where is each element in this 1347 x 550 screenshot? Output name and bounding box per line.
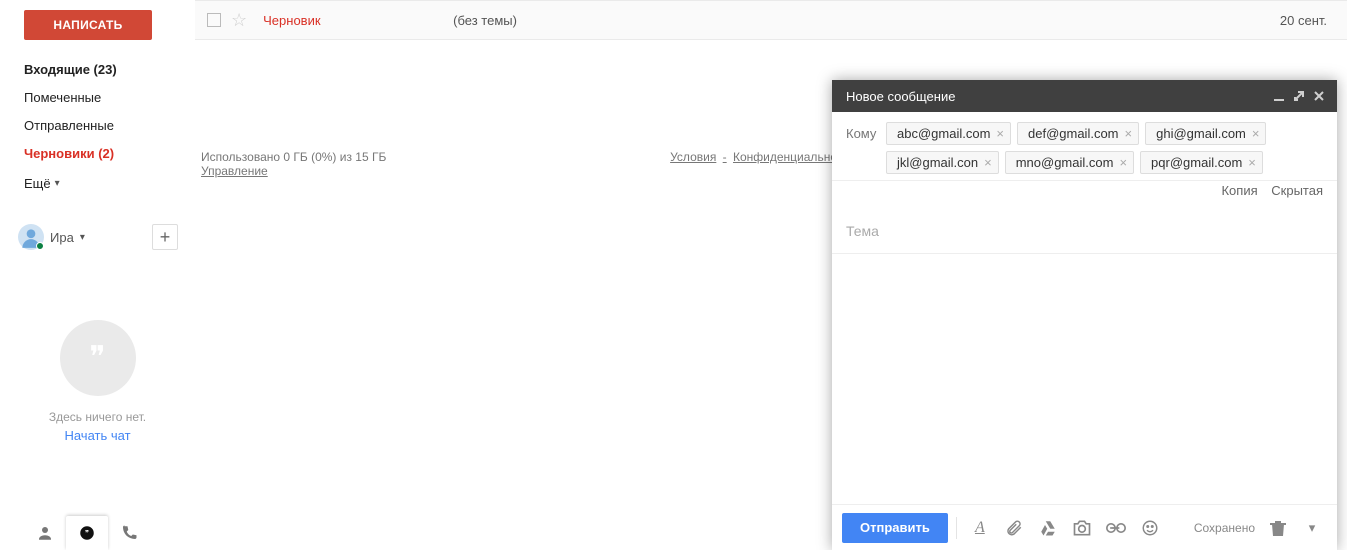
sidebar: НАПИСАТЬ Входящие (23)ПомеченныеОтправле… [0, 0, 195, 550]
compose-title: Новое сообщение [846, 89, 955, 104]
chip-remove-icon[interactable]: × [996, 127, 1004, 140]
send-button[interactable]: Отправить [842, 513, 948, 543]
nav-more-label: Ещё [24, 170, 51, 198]
nav-more[interactable]: Ещё ▾ [24, 170, 195, 198]
avatar[interactable] [18, 224, 44, 250]
svg-text:❞: ❞ [85, 528, 89, 537]
hangouts-tab[interactable]: ❞ [66, 516, 108, 550]
compose-window: Новое сообщение Кому abc@gmail.com×def@g… [832, 80, 1337, 550]
bcc-link[interactable]: Скрытая [1271, 183, 1323, 198]
compose-toolbar: Отправить A Сохранено ▾ [832, 504, 1337, 550]
phone-tab[interactable] [108, 516, 150, 550]
more-options-icon[interactable]: ▾ [1297, 513, 1327, 543]
discard-icon[interactable] [1263, 513, 1293, 543]
emoji-icon[interactable] [1135, 513, 1165, 543]
folder-nav: Входящие (23)ПомеченныеОтправленныеЧерно… [0, 56, 195, 168]
start-chat-link[interactable]: Начать чат [13, 428, 183, 443]
hangouts-empty-text: Здесь ничего нет. [13, 410, 183, 424]
minimize-button[interactable] [1269, 86, 1289, 106]
sidebar-item-3[interactable]: Черновики (2) [24, 140, 195, 168]
formatting-button[interactable]: A [965, 513, 995, 543]
storage-manage-link[interactable]: Управление [201, 164, 268, 178]
popout-button[interactable] [1289, 86, 1309, 106]
message-subject: (без темы) [453, 13, 1280, 28]
recipients-row[interactable]: Кому abc@gmail.com×def@gmail.com×ghi@gma… [832, 112, 1337, 181]
close-button[interactable] [1309, 86, 1329, 106]
recipient-chips: abc@gmail.com×def@gmail.com×ghi@gmail.co… [886, 122, 1323, 174]
hangouts-bottom-tabs: ❞ [24, 516, 150, 550]
chip-remove-icon[interactable]: × [1252, 127, 1260, 140]
subject-row [832, 208, 1337, 254]
user-name: Ира [50, 230, 74, 245]
message-date: 20 сент. [1280, 13, 1327, 28]
user-menu-caret-icon[interactable]: ▾ [80, 232, 85, 243]
recipient-chip[interactable]: def@gmail.com × [1017, 122, 1139, 145]
recipient-chip[interactable]: abc@gmail.com × [886, 122, 1011, 145]
chip-remove-icon[interactable]: × [984, 156, 992, 169]
recipient-email: pqr@gmail.com [1151, 155, 1242, 170]
message-row[interactable]: ☆ Черновик (без темы) 20 сент. [195, 0, 1347, 40]
subject-input[interactable] [846, 223, 1323, 239]
cc-link[interactable]: Копия [1221, 183, 1257, 198]
terms-link[interactable]: Условия [670, 150, 716, 164]
quote-icon: ❞ [89, 352, 105, 364]
footer-links: Условия - Конфиденциально [670, 150, 837, 164]
toolbar-separator [956, 517, 957, 539]
footer-sep: - [723, 150, 727, 164]
link-icon[interactable] [1101, 513, 1131, 543]
attach-icon[interactable] [999, 513, 1029, 543]
compose-header[interactable]: Новое сообщение [832, 80, 1337, 112]
to-label: Кому [846, 122, 886, 141]
chip-remove-icon[interactable]: × [1119, 156, 1127, 169]
recipient-chip[interactable]: jkl@gmail.con × [886, 151, 999, 174]
contacts-tab[interactable] [24, 516, 66, 550]
hangouts-empty-state: ❞ Здесь ничего нет. Начать чат [13, 320, 183, 443]
saved-label: Сохранено [1194, 521, 1255, 535]
message-body[interactable] [832, 254, 1337, 504]
chip-remove-icon[interactable]: × [1125, 127, 1133, 140]
hangouts-bubble-icon: ❞ [60, 320, 136, 396]
drive-icon[interactable] [1033, 513, 1063, 543]
recipient-chip[interactable]: pqr@gmail.com × [1140, 151, 1263, 174]
sidebar-item-0[interactable]: Входящие (23) [24, 56, 195, 84]
recipient-email: abc@gmail.com [897, 126, 990, 141]
recipient-chip[interactable]: ghi@gmail.com × [1145, 122, 1266, 145]
row-checkbox[interactable] [207, 13, 221, 27]
chip-remove-icon[interactable]: × [1248, 156, 1256, 169]
add-contact-button[interactable]: + [152, 224, 178, 250]
compose-button[interactable]: НАПИСАТЬ [24, 10, 152, 40]
recipient-email: ghi@gmail.com [1156, 126, 1246, 141]
privacy-link[interactable]: Конфиденциально [733, 150, 837, 164]
photo-icon[interactable] [1067, 513, 1097, 543]
message-from: Черновик [263, 13, 453, 28]
recipient-email: def@gmail.com [1028, 126, 1119, 141]
recipient-chip[interactable]: mno@gmail.com × [1005, 151, 1134, 174]
cc-bcc-row: Копия Скрытая [832, 181, 1337, 208]
star-icon[interactable]: ☆ [231, 11, 247, 29]
recipient-email: jkl@gmail.con [897, 155, 978, 170]
presence-dot-icon [36, 242, 44, 250]
sidebar-item-1[interactable]: Помеченные [24, 84, 195, 112]
sidebar-item-2[interactable]: Отправленные [24, 112, 195, 140]
user-row: Ира ▾ + [18, 224, 178, 250]
caret-down-icon: ▾ [55, 170, 60, 198]
recipient-email: mno@gmail.com [1016, 155, 1114, 170]
